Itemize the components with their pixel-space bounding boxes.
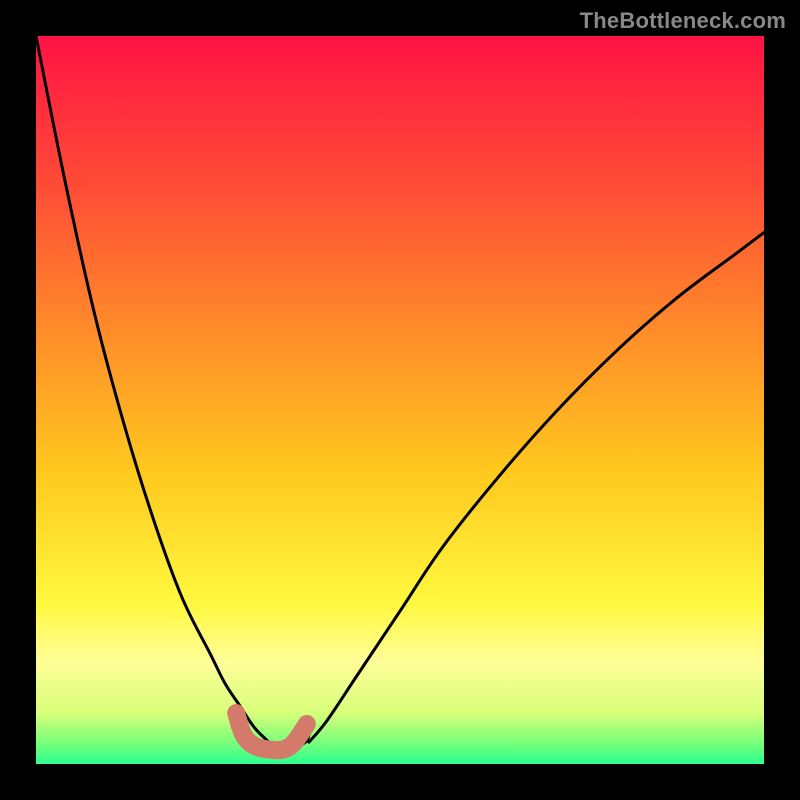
plot-area xyxy=(36,36,764,764)
gradient-background xyxy=(36,36,764,764)
watermark-text: TheBottleneck.com xyxy=(580,8,786,34)
chart-frame: TheBottleneck.com xyxy=(0,0,800,800)
chart-svg xyxy=(36,36,764,764)
